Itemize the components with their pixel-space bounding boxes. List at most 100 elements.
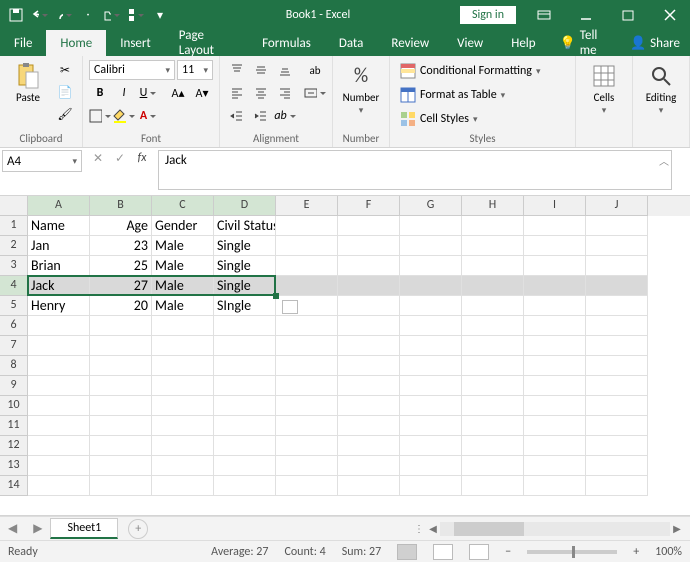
cell-F5[interactable] <box>338 296 400 316</box>
editing-button[interactable]: Editing▾ <box>639 60 683 119</box>
cell-I1[interactable] <box>524 216 586 236</box>
cell-H4[interactable] <box>462 276 524 296</box>
conditional-formatting-button[interactable]: Conditional Formatting▾ <box>396 60 544 82</box>
cell-H14[interactable] <box>462 476 524 496</box>
cell-C12[interactable] <box>152 436 214 456</box>
cell-E11[interactable] <box>276 416 338 436</box>
sheet-tab[interactable]: Sheet1 <box>50 518 118 539</box>
cell-J6[interactable] <box>586 316 648 336</box>
font-name-select[interactable]: Calibri▾ <box>89 60 175 80</box>
cell-H8[interactable] <box>462 356 524 376</box>
cell-D14[interactable] <box>214 476 276 496</box>
increase-font-icon[interactable]: A▴ <box>167 83 189 103</box>
col-header[interactable]: F <box>338 196 400 216</box>
cell-D9[interactable] <box>214 376 276 396</box>
cell-I8[interactable] <box>524 356 586 376</box>
cell-I5[interactable] <box>524 296 586 316</box>
tab-formulas[interactable]: Formulas <box>248 30 325 56</box>
close-icon[interactable] <box>650 0 690 30</box>
cell-I12[interactable] <box>524 436 586 456</box>
cell-H7[interactable] <box>462 336 524 356</box>
cell-E10[interactable] <box>276 396 338 416</box>
cell-C3[interactable]: Male <box>152 256 214 276</box>
orientation-icon[interactable]: ab <box>274 106 296 126</box>
cell-H6[interactable] <box>462 316 524 336</box>
cell-D6[interactable] <box>214 316 276 336</box>
cell-B12[interactable] <box>90 436 152 456</box>
minimize-icon[interactable] <box>566 0 606 30</box>
cell-styles-button[interactable]: Cell Styles▾ <box>396 108 544 130</box>
row-header[interactable]: 4 <box>0 276 28 296</box>
cancel-icon[interactable]: ✕ <box>90 151 106 166</box>
cell-E13[interactable] <box>276 456 338 476</box>
cell-A11[interactable] <box>28 416 90 436</box>
maximize-icon[interactable] <box>608 0 648 30</box>
cell-A2[interactable]: Jan <box>28 236 90 256</box>
increase-indent-icon[interactable] <box>250 106 272 126</box>
format-painter-icon[interactable]: 🖌 <box>54 104 76 124</box>
merge-center-icon[interactable] <box>304 83 326 103</box>
cell-B5[interactable]: 20 <box>90 296 152 316</box>
col-header[interactable]: A <box>28 196 90 216</box>
name-box[interactable]: A4▾ <box>2 150 82 172</box>
zoom-in-button[interactable]: + <box>633 545 639 559</box>
cell-A12[interactable] <box>28 436 90 456</box>
cell-A6[interactable] <box>28 316 90 336</box>
cell-D1[interactable]: Civil Status <box>214 216 276 236</box>
font-color-icon[interactable]: A <box>137 106 159 126</box>
cell-E1[interactable] <box>276 216 338 236</box>
cell-J4[interactable] <box>586 276 648 296</box>
cell-F2[interactable] <box>338 236 400 256</box>
cell-D7[interactable] <box>214 336 276 356</box>
open-icon[interactable] <box>104 7 120 23</box>
cell-C6[interactable] <box>152 316 214 336</box>
cell-F4[interactable] <box>338 276 400 296</box>
cell-J9[interactable] <box>586 376 648 396</box>
cell-I14[interactable] <box>524 476 586 496</box>
cell-J11[interactable] <box>586 416 648 436</box>
cell-A8[interactable] <box>28 356 90 376</box>
row-header[interactable]: 14 <box>0 476 28 496</box>
cell-B14[interactable] <box>90 476 152 496</box>
cell-C1[interactable]: Gender <box>152 216 214 236</box>
row-header[interactable]: 3 <box>0 256 28 276</box>
cell-C5[interactable]: Male <box>152 296 214 316</box>
row-header[interactable]: 10 <box>0 396 28 416</box>
align-top-icon[interactable] <box>226 60 248 80</box>
cell-B8[interactable] <box>90 356 152 376</box>
cell-J7[interactable] <box>586 336 648 356</box>
align-right-icon[interactable] <box>274 83 296 103</box>
cell-C8[interactable] <box>152 356 214 376</box>
cell-D3[interactable]: Single <box>214 256 276 276</box>
cell-C14[interactable] <box>152 476 214 496</box>
cell-G1[interactable] <box>400 216 462 236</box>
bold-button[interactable]: B <box>89 83 111 103</box>
cell-A10[interactable] <box>28 396 90 416</box>
cell-E3[interactable] <box>276 256 338 276</box>
cell-F3[interactable] <box>338 256 400 276</box>
cell-H2[interactable] <box>462 236 524 256</box>
cell-F1[interactable] <box>338 216 400 236</box>
cell-I13[interactable] <box>524 456 586 476</box>
cell-D12[interactable] <box>214 436 276 456</box>
row-header[interactable]: 9 <box>0 376 28 396</box>
cell-J12[interactable] <box>586 436 648 456</box>
select-all-corner[interactable] <box>0 196 28 216</box>
expand-formula-icon[interactable]: ︿ <box>659 153 669 168</box>
col-header[interactable]: C <box>152 196 214 216</box>
cell-A13[interactable] <box>28 456 90 476</box>
cell-F10[interactable] <box>338 396 400 416</box>
cell-E4[interactable] <box>276 276 338 296</box>
tab-data[interactable]: Data <box>325 30 378 56</box>
normal-view-icon[interactable] <box>397 544 417 560</box>
cell-F12[interactable] <box>338 436 400 456</box>
cell-G9[interactable] <box>400 376 462 396</box>
page-layout-view-icon[interactable] <box>433 544 453 560</box>
cell-B3[interactable]: 25 <box>90 256 152 276</box>
cell-A5[interactable]: Henry <box>28 296 90 316</box>
col-header[interactable]: B <box>90 196 152 216</box>
cell-E2[interactable] <box>276 236 338 256</box>
row-header[interactable]: 6 <box>0 316 28 336</box>
cell-A7[interactable] <box>28 336 90 356</box>
col-header[interactable]: J <box>586 196 648 216</box>
